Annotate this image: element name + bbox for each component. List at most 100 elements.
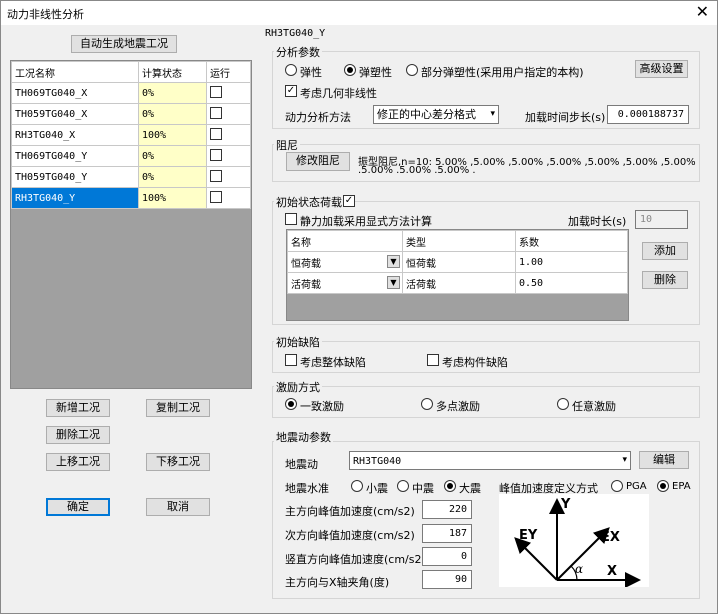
case-name[interactable]: RH3TG040_X xyxy=(11,124,139,146)
run-checkbox[interactable] xyxy=(210,190,222,203)
label-epa: EPA xyxy=(672,481,691,492)
radio-arbitrary-excitation[interactable] xyxy=(557,398,569,410)
delete-load-button[interactable]: 删除 xyxy=(642,271,688,289)
delete-case-button[interactable]: 删除工况 xyxy=(46,426,110,444)
run-checkbox[interactable] xyxy=(210,169,222,182)
table-row[interactable]: TH059TG040_X 0% xyxy=(11,103,251,125)
load-col-coef[interactable]: 系数 xyxy=(515,230,628,252)
ey-axis-arrow xyxy=(514,537,558,581)
radio-elastic[interactable] xyxy=(285,64,297,76)
radio-epa[interactable] xyxy=(657,480,669,492)
diagram-label-ex: EX xyxy=(601,530,620,545)
run-checkbox[interactable] xyxy=(210,106,222,119)
table-row[interactable]: 恒荷载 ▼ 恒荷载 1.00 xyxy=(287,251,628,273)
table-row[interactable]: RH3TG040_X 100% xyxy=(11,124,251,146)
move-up-button[interactable]: 上移工况 xyxy=(46,453,110,471)
radio-level-small[interactable] xyxy=(351,480,363,492)
run-checkbox[interactable] xyxy=(210,127,222,140)
load-coef[interactable]: 0.50 xyxy=(515,272,628,294)
radio-multi-excitation[interactable] xyxy=(421,398,433,410)
case-name[interactable]: TH059TG040_X xyxy=(11,103,139,125)
cancel-button[interactable]: 取消 xyxy=(146,498,210,516)
member-defect-checkbox[interactable] xyxy=(427,354,439,366)
table-row[interactable]: TH059TG040_Y 0% xyxy=(11,166,251,188)
case-name[interactable]: TH069TG040_Y xyxy=(11,145,139,167)
label-second-peak: 次方向峰值加速度(cm/s2) xyxy=(285,529,415,542)
label-elastic: 弹性 xyxy=(300,66,322,79)
modify-damping-button[interactable]: 修改阻尼 xyxy=(286,152,350,171)
radio-level-mid[interactable] xyxy=(397,480,409,492)
advanced-settings-button[interactable]: 高级设置 xyxy=(635,60,688,78)
ok-button[interactable]: 确定 xyxy=(46,498,110,516)
diagram-label-y: Y xyxy=(561,497,571,512)
case-status: 0% xyxy=(138,82,207,104)
method-select[interactable]: 修正的中心差分格式 ▾ xyxy=(373,105,499,124)
label-step: 加载时间步长(s) xyxy=(525,111,606,124)
add-load-button[interactable]: 添加 xyxy=(642,242,688,260)
label-whole-defect: 考虑整体缺陷 xyxy=(300,356,366,369)
step-input[interactable]: 0.000188737 xyxy=(607,105,689,124)
motion-select[interactable]: RH3TG040 ▾ xyxy=(349,451,631,470)
load-name[interactable]: 恒荷载 xyxy=(291,259,321,270)
load-name[interactable]: 活荷载 xyxy=(291,280,321,291)
edit-motion-button[interactable]: 编辑 xyxy=(639,451,689,469)
copy-case-button[interactable]: 复制工况 xyxy=(146,399,210,417)
case-status: 0% xyxy=(138,166,207,188)
chevron-down-icon: ▾ xyxy=(490,109,495,119)
case-table: 工况名称 计算状态 运行 TH069TG040_X 0% TH059TG040_… xyxy=(10,60,252,389)
load-col-name[interactable]: 名称 xyxy=(287,230,403,252)
radio-partial-plastic[interactable] xyxy=(406,64,418,76)
close-icon[interactable]: ✕ xyxy=(696,3,709,21)
label-small: 小震 xyxy=(366,482,388,495)
main-peak-input[interactable]: 220 xyxy=(422,500,472,519)
radio-level-big[interactable] xyxy=(444,480,456,492)
static-explicit-checkbox[interactable] xyxy=(285,213,297,225)
excitation-group-label: 激励方式 xyxy=(274,379,322,395)
angle-input[interactable]: 90 xyxy=(422,570,472,589)
label-vert-peak: 竖直方向峰值加速度(cm/s2) xyxy=(285,553,426,566)
table-row[interactable]: TH069TG040_Y 0% xyxy=(11,145,251,167)
label-arbitrary: 任意激励 xyxy=(572,400,616,413)
vert-peak-input[interactable]: 0 xyxy=(422,547,472,566)
table-row-selected[interactable]: RH3TG040_Y 100% xyxy=(11,187,251,209)
initial-load-group-label: 初始状态荷载 xyxy=(274,194,344,210)
load-coef[interactable]: 1.00 xyxy=(515,251,628,273)
label-level: 地震水准 xyxy=(285,482,329,495)
geom-nonlinear-checkbox[interactable]: ✓ xyxy=(285,85,297,97)
load-table: 名称 类型 系数 恒荷载 ▼ 恒荷载 1.00 活荷载 ▼ 活荷载 0.50 xyxy=(286,229,629,321)
col-header-run[interactable]: 运行 xyxy=(206,61,251,83)
dialog-window: 动力非线性分析 ✕ 自动生成地震工况 工况名称 计算状态 运行 TH069TG0… xyxy=(0,0,718,614)
load-type: 活荷载 xyxy=(402,272,516,294)
label-multi: 多点激励 xyxy=(436,400,480,413)
case-status: 100% xyxy=(138,124,207,146)
chevron-down-icon[interactable]: ▼ xyxy=(387,276,400,289)
table-row[interactable]: TH069TG040_X 0% xyxy=(11,82,251,104)
col-header-status[interactable]: 计算状态 xyxy=(138,61,207,83)
damping-text-2: .5.00% .5.00% .5.00% . xyxy=(358,165,476,176)
case-name[interactable]: RH3TG040_Y xyxy=(11,187,139,209)
col-header-name[interactable]: 工况名称 xyxy=(11,61,139,83)
label-uniform: 一致激励 xyxy=(300,400,344,413)
auto-generate-button[interactable]: 自动生成地震工况 xyxy=(71,35,177,53)
run-checkbox[interactable] xyxy=(210,148,222,161)
whole-defect-checkbox[interactable] xyxy=(285,354,297,366)
label-method: 动力分析方法 xyxy=(285,111,351,124)
case-name[interactable]: TH059TG040_Y xyxy=(11,166,139,188)
initial-load-checkbox[interactable]: ✓ xyxy=(343,195,355,207)
label-pga: PGA xyxy=(626,481,647,492)
load-col-type[interactable]: 类型 xyxy=(402,230,516,252)
run-checkbox[interactable] xyxy=(210,85,222,98)
add-case-button[interactable]: 新增工况 xyxy=(46,399,110,417)
chevron-down-icon[interactable]: ▼ xyxy=(387,255,400,268)
case-name[interactable]: TH069TG040_X xyxy=(11,82,139,104)
radio-plastic[interactable] xyxy=(344,64,356,76)
radio-uniform-excitation[interactable] xyxy=(285,398,297,410)
duration-input[interactable]: 10 xyxy=(635,210,688,229)
second-peak-input[interactable]: 187 xyxy=(422,524,472,543)
diagram-label-ey: EY xyxy=(519,528,538,543)
move-down-button[interactable]: 下移工况 xyxy=(146,453,210,471)
title-bar: 动力非线性分析 ✕ xyxy=(1,1,717,25)
load-type: 恒荷载 xyxy=(402,251,516,273)
radio-pga[interactable] xyxy=(611,480,623,492)
table-row[interactable]: 活荷载 ▼ 活荷载 0.50 xyxy=(287,272,628,294)
